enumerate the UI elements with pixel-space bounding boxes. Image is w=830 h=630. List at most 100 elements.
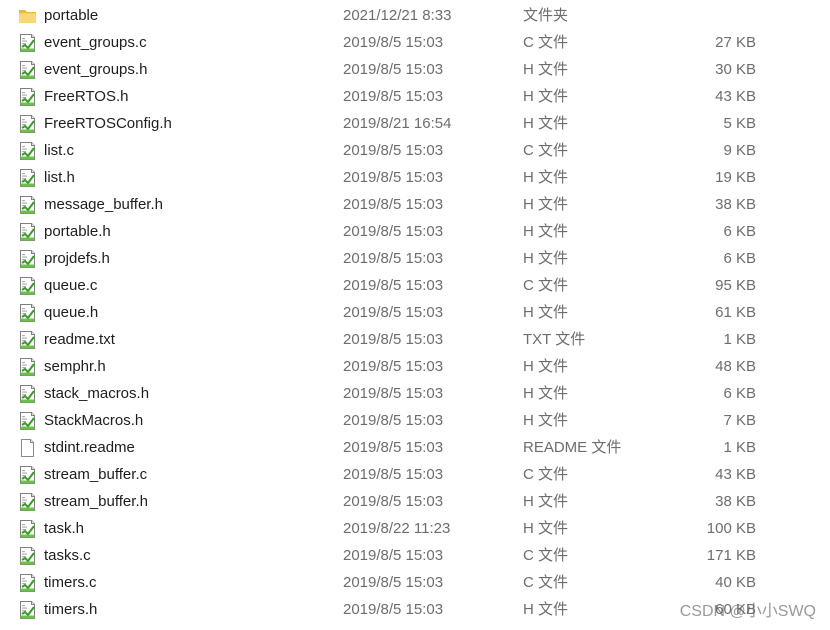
file-name: event_groups.c	[44, 34, 147, 51]
file-row[interactable]: FreeRTOSConfig.h 2019/8/21 16:54 H 文件 5 KB	[0, 110, 830, 137]
file-row[interactable]: stdint.readme 2019/8/5 15:03 README 文件 1 KB	[0, 434, 830, 461]
file-size: 38 KB	[715, 493, 756, 510]
file-size: 171 KB	[706, 547, 756, 564]
file-type: H 文件	[523, 493, 569, 510]
file-row[interactable]: timers.c 2019/8/5 15:03 C 文件 40 KB	[0, 569, 830, 596]
file-date: 2019/8/5 15:03	[343, 574, 444, 591]
file-name: list.c	[44, 142, 74, 159]
file-row[interactable]: list.h 2019/8/5 15:03 H 文件 19 KB	[0, 164, 830, 191]
file-type: TXT 文件	[523, 331, 586, 348]
file-name: FreeRTOSConfig.h	[44, 115, 172, 132]
code-file-icon	[18, 60, 37, 80]
file-date: 2019/8/5 15:03	[343, 547, 444, 564]
file-row[interactable]: task.h 2019/8/22 11:23 H 文件 100 KB	[0, 515, 830, 542]
code-file-icon	[18, 168, 37, 188]
file-date: 2019/8/5 15:03	[343, 169, 444, 186]
file-type: H 文件	[523, 223, 569, 240]
file-name: timers.c	[44, 574, 97, 591]
file-row[interactable]: portable 2021/12/21 8:33 文件夹	[0, 2, 830, 29]
file-row[interactable]: list.c 2019/8/5 15:03 C 文件 9 KB	[0, 137, 830, 164]
file-name: stack_macros.h	[44, 385, 150, 402]
file-size: 38 KB	[715, 196, 756, 213]
file-date: 2019/8/5 15:03	[343, 493, 444, 510]
file-type: H 文件	[523, 88, 569, 105]
file-type: H 文件	[523, 601, 569, 618]
file-row[interactable]: event_groups.h 2019/8/5 15:03 H 文件 30 KB	[0, 56, 830, 83]
file-row[interactable]: projdefs.h 2019/8/5 15:03 H 文件 6 KB	[0, 245, 830, 272]
file-size: 19 KB	[715, 169, 756, 186]
file-size: 7 KB	[723, 412, 756, 429]
code-file-icon	[18, 411, 37, 431]
code-file-icon	[18, 249, 37, 269]
file-name: list.h	[44, 169, 75, 186]
code-file-icon	[18, 222, 37, 242]
file-row[interactable]: event_groups.c 2019/8/5 15:03 C 文件 27 KB	[0, 29, 830, 56]
file-name: message_buffer.h	[44, 196, 163, 213]
file-type: C 文件	[523, 574, 569, 591]
file-size: 9 KB	[723, 142, 756, 159]
file-name: stream_buffer.c	[44, 466, 148, 483]
file-name: queue.h	[44, 304, 99, 321]
file-type: C 文件	[523, 142, 569, 159]
file-row[interactable]: StackMacros.h 2019/8/5 15:03 H 文件 7 KB	[0, 407, 830, 434]
file-type: H 文件	[523, 61, 569, 78]
file-size: 6 KB	[723, 385, 756, 402]
file-name: timers.h	[44, 601, 98, 618]
file-date: 2019/8/5 15:03	[343, 88, 444, 105]
file-type: H 文件	[523, 304, 569, 321]
file-date: 2019/8/5 15:03	[343, 466, 444, 483]
file-type: H 文件	[523, 412, 569, 429]
file-date: 2021/12/21 8:33	[343, 7, 452, 24]
code-file-icon	[18, 600, 37, 620]
file-size: 61 KB	[715, 304, 756, 321]
code-file-icon	[18, 465, 37, 485]
file-row[interactable]: stream_buffer.h 2019/8/5 15:03 H 文件 38 KB	[0, 488, 830, 515]
file-row[interactable]: FreeRTOS.h 2019/8/5 15:03 H 文件 43 KB	[0, 83, 830, 110]
file-name: task.h	[44, 520, 85, 537]
file-name: readme.txt	[44, 331, 115, 348]
file-row[interactable]: queue.h 2019/8/5 15:03 H 文件 61 KB	[0, 299, 830, 326]
file-name: stream_buffer.h	[44, 493, 148, 510]
file-row[interactable]: semphr.h 2019/8/5 15:03 H 文件 48 KB	[0, 353, 830, 380]
code-file-icon	[18, 87, 37, 107]
code-file-icon	[18, 519, 37, 539]
file-name: event_groups.h	[44, 61, 148, 78]
file-type: H 文件	[523, 115, 569, 132]
file-row[interactable]: queue.c 2019/8/5 15:03 C 文件 95 KB	[0, 272, 830, 299]
file-size: 1 KB	[723, 331, 756, 348]
file-size: 27 KB	[715, 34, 756, 51]
file-date: 2019/8/5 15:03	[343, 304, 444, 321]
file-size: 1 KB	[723, 439, 756, 456]
file-name: tasks.c	[44, 547, 91, 564]
file-size: 5 KB	[723, 115, 756, 132]
file-name: portable.h	[44, 223, 111, 240]
blank-file-icon	[18, 438, 37, 458]
file-row[interactable]: stream_buffer.c 2019/8/5 15:03 C 文件 43 KB	[0, 461, 830, 488]
file-name: FreeRTOS.h	[44, 88, 129, 105]
file-name: StackMacros.h	[44, 412, 144, 429]
file-date: 2019/8/5 15:03	[343, 385, 444, 402]
file-size: 6 KB	[723, 223, 756, 240]
file-size: 100 KB	[706, 520, 756, 537]
file-type: H 文件	[523, 169, 569, 186]
file-type: H 文件	[523, 520, 569, 537]
file-row[interactable]: tasks.c 2019/8/5 15:03 C 文件 171 KB	[0, 542, 830, 569]
file-name: projdefs.h	[44, 250, 110, 267]
file-size: 43 KB	[715, 88, 756, 105]
file-type: C 文件	[523, 547, 569, 564]
file-date: 2019/8/5 15:03	[343, 439, 444, 456]
file-size: 95 KB	[715, 277, 756, 294]
file-date: 2019/8/5 15:03	[343, 223, 444, 240]
file-row[interactable]: readme.txt 2019/8/5 15:03 TXT 文件 1 KB	[0, 326, 830, 353]
file-date: 2019/8/5 15:03	[343, 277, 444, 294]
code-file-icon	[18, 303, 37, 323]
code-file-icon	[18, 33, 37, 53]
file-list: portable 2021/12/21 8:33 文件夹 event_groups.c…	[0, 2, 830, 623]
file-row[interactable]: stack_macros.h 2019/8/5 15:03 H 文件 6 KB	[0, 380, 830, 407]
file-type: H 文件	[523, 358, 569, 375]
file-type: C 文件	[523, 466, 569, 483]
file-row[interactable]: message_buffer.h 2019/8/5 15:03 H 文件 38 KB	[0, 191, 830, 218]
file-row[interactable]: portable.h 2019/8/5 15:03 H 文件 6 KB	[0, 218, 830, 245]
file-size: 30 KB	[715, 61, 756, 78]
file-name: portable	[44, 7, 99, 24]
